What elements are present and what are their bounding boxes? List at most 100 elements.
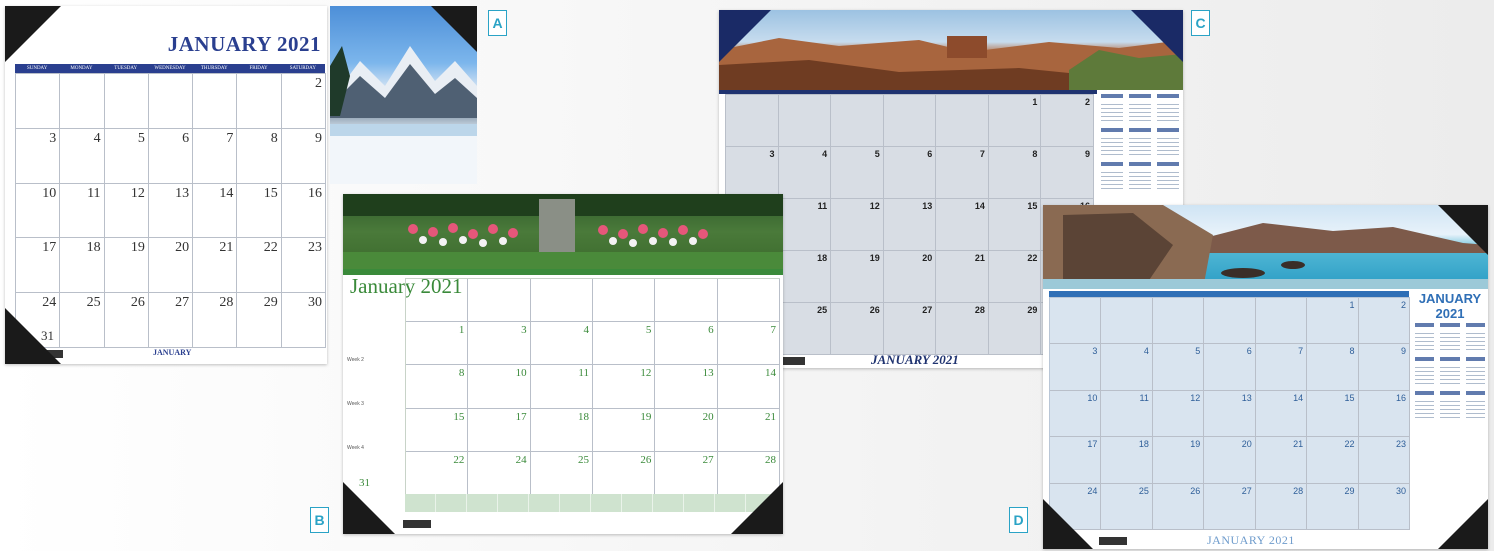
day-number: 25 [577, 453, 589, 466]
calendar-day-cell [60, 74, 105, 129]
day-number: 10 [42, 185, 57, 201]
calendar-day-cell [1101, 298, 1153, 345]
calendar-day-cell: 30 [281, 293, 326, 348]
week-label: Week 3 [347, 401, 364, 407]
calendar-day-cell: 11 [530, 365, 593, 409]
day-number: 5 [645, 324, 652, 337]
day-number: 20 [175, 240, 190, 256]
calendar-d-footer-month: JANUARY 2021 [1207, 533, 1295, 547]
day-number: 28 [1293, 485, 1304, 496]
day-number: 12 [130, 185, 145, 201]
day-number: 11 [817, 201, 828, 211]
calendar-day-cell [16, 74, 61, 129]
day-number: 4 [822, 149, 828, 159]
calendar-a-footer-month: JANUARY [153, 348, 192, 357]
day-number: 12 [640, 367, 652, 380]
day-number: 21 [1293, 439, 1304, 450]
publisher-logo [1099, 537, 1127, 545]
week-label: Week 4 [347, 445, 364, 451]
calendar-day-cell: 21 [936, 251, 989, 303]
calendar-day-cell [530, 279, 593, 323]
day-number: 21 [764, 410, 776, 423]
day-number: 6 [1246, 346, 1252, 357]
day-number: 17 [1087, 439, 1098, 450]
calendar-day-cell: 13 [883, 199, 937, 251]
corner-top-left [5, 6, 61, 62]
calendar-day-cell: 5 [592, 322, 656, 366]
calendar-day-cell: 23 [281, 238, 326, 294]
day-number: 13 [175, 185, 190, 201]
calendar-d-title: JANUARY 2021 [1418, 291, 1482, 321]
label-c: C [1191, 10, 1210, 36]
calendar-day-cell: 26 [831, 303, 884, 355]
corner-bottom-left [1043, 499, 1093, 549]
calendar-day-cell: 29 [1307, 483, 1359, 530]
corner-bottom-left [5, 308, 61, 364]
calendar-day-cell: 25 [530, 451, 593, 495]
day-number: 17 [515, 410, 527, 423]
calendar-day-cell: 18 [530, 408, 593, 452]
calendar-day-cell [1152, 298, 1205, 345]
calendar-day-cell: 26 [592, 451, 656, 495]
calendar-day-cell [193, 74, 238, 129]
calendar-day-cell: 4 [1101, 344, 1153, 391]
day-number: 11 [578, 367, 589, 380]
calendar-day-cell: 25 [60, 293, 105, 348]
day-number: 19 [640, 410, 652, 423]
calendar-d: 1 2 3 4 5 6 7 8 9 10 11 12 13 14 15 16 17 18 19 20 21 22 23 24 2… [1043, 205, 1488, 549]
calendar-day-cell: 11 [1101, 390, 1153, 438]
calendar-day-cell [104, 74, 149, 129]
calendar-day-cell: 21 [193, 238, 238, 294]
calendar-day-cell [726, 95, 779, 147]
calendar-day-cell: 1 [988, 95, 1042, 147]
day-number: 20 [922, 253, 933, 263]
day-number: 3 [49, 130, 57, 146]
calendar-day-cell: 28 [1255, 483, 1308, 530]
day-number: 22 [453, 453, 465, 466]
day-number: 21 [219, 240, 234, 256]
day-number: 3 [1092, 346, 1098, 357]
day-number: 19 [130, 240, 145, 256]
day-number: 28 [219, 295, 234, 311]
day-number: 7 [979, 149, 985, 159]
day-number: 27 [175, 295, 190, 311]
calendar-c-footer-month: JANUARY 2021 [871, 352, 959, 367]
calendar-day-cell: 4 [60, 128, 105, 184]
calendar-day-cell: 26 [1152, 483, 1205, 530]
calendar-day-cell: 15 [988, 199, 1042, 251]
corner-top-right [1131, 10, 1183, 62]
calendar-b-photo [343, 194, 783, 269]
day-number: 10 [515, 367, 527, 380]
corner-bottom-left [343, 482, 395, 534]
calendar-a-title: JANUARY 2021 [167, 32, 321, 56]
calendar-day-cell: 10 [468, 365, 531, 409]
calendar-d-grid: 1 2 3 4 5 6 7 8 9 10 11 12 13 14 15 16 17 18 19 20 21 22 23 24 2… [1049, 297, 1410, 530]
day-number: 20 [1241, 439, 1252, 450]
photo-corner [431, 6, 477, 52]
calendar-day-cell: 20 [655, 408, 718, 452]
calendar-day-cell [592, 279, 656, 323]
day-number: 24 [1087, 485, 1098, 496]
calendar-day-cell [717, 279, 780, 323]
corner-top-right [1438, 205, 1488, 255]
calendar-day-cell: 15 [237, 183, 282, 239]
calendar-a-photo [330, 6, 477, 184]
day-number: 3 [769, 149, 775, 159]
calendar-day-cell: 9 [1041, 147, 1094, 199]
day-number: 30 [307, 295, 322, 311]
calendar-day-cell: 14 [717, 365, 780, 409]
day-number: 22 [1027, 253, 1038, 263]
day-number: 17 [42, 240, 57, 256]
calendar-day-cell: 7 [717, 322, 780, 366]
day-number: 26 [130, 295, 145, 311]
calendar-day-cell: 22 [988, 251, 1042, 303]
day-number: 6 [708, 324, 714, 337]
day-number: 11 [87, 185, 101, 201]
day-number: 18 [1138, 439, 1149, 450]
corner-bottom-right [731, 482, 783, 534]
day-number: 6 [182, 130, 190, 146]
coastal-scene [1043, 205, 1488, 289]
calendar-day-cell: 12 [592, 365, 656, 409]
calendar-day-cell: 29 [237, 293, 282, 348]
calendar-day-cell: 6 [655, 322, 718, 366]
